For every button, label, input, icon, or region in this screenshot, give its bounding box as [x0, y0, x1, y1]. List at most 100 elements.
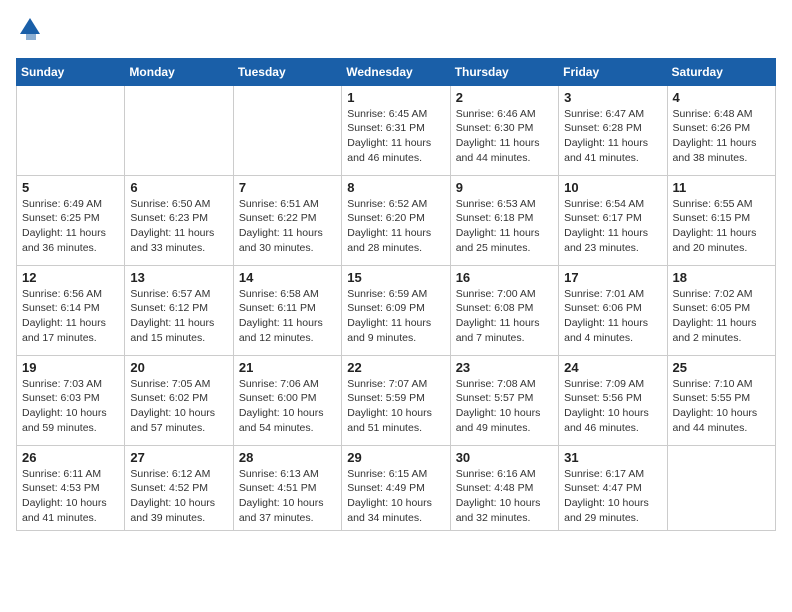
calendar-cell: 31Sunrise: 6:17 AM Sunset: 4:47 PM Dayli…	[559, 445, 667, 530]
day-number: 9	[456, 180, 553, 195]
calendar-cell: 4Sunrise: 6:48 AM Sunset: 6:26 PM Daylig…	[667, 85, 775, 175]
day-number: 2	[456, 90, 553, 105]
day-number: 31	[564, 450, 661, 465]
weekday-thursday: Thursday	[450, 58, 558, 85]
day-number: 3	[564, 90, 661, 105]
day-number: 12	[22, 270, 119, 285]
day-number: 5	[22, 180, 119, 195]
logo-text	[16, 16, 42, 46]
logo-icon	[18, 16, 42, 40]
calendar-week-2: 5Sunrise: 6:49 AM Sunset: 6:25 PM Daylig…	[17, 175, 776, 265]
day-number: 10	[564, 180, 661, 195]
calendar-cell: 6Sunrise: 6:50 AM Sunset: 6:23 PM Daylig…	[125, 175, 233, 265]
day-number: 20	[130, 360, 227, 375]
logo	[16, 16, 42, 46]
day-info: Sunrise: 6:45 AM Sunset: 6:31 PM Dayligh…	[347, 107, 444, 166]
day-number: 18	[673, 270, 770, 285]
day-info: Sunrise: 6:47 AM Sunset: 6:28 PM Dayligh…	[564, 107, 661, 166]
calendar-cell: 21 Sunrise: 7:06 AM Sunset: 6:00 PM Dayli…	[233, 355, 341, 445]
day-info: Sunrise: 6:58 AM Sunset: 6:11 PM Dayligh…	[239, 287, 336, 346]
day-info: Sunrise: 6:46 AM Sunset: 6:30 PM Dayligh…	[456, 107, 553, 166]
calendar-cell: 2 Sunrise: 6:46 AM Sunset: 6:30 PM Daylig…	[450, 85, 558, 175]
calendar-cell: 30 Sunrise: 6:16 AM Sunset: 4:48 PM Dayli…	[450, 445, 558, 530]
day-info: Sunrise: 6:48 AM Sunset: 6:26 PM Dayligh…	[673, 107, 770, 166]
day-info: Sunrise: 7:06 AM Sunset: 6:00 PM Dayligh…	[239, 377, 336, 436]
calendar-week-4: 19 Sunrise: 7:03 AM Sunset: 6:03 PM Dayli…	[17, 355, 776, 445]
calendar-cell: 28 Sunrise: 6:13 AM Sunset: 4:51 PM Dayli…	[233, 445, 341, 530]
day-info: Sunrise: 6:16 AM Sunset: 4:48 PM Dayligh…	[456, 467, 553, 526]
day-number: 24	[564, 360, 661, 375]
calendar-cell: 26 Sunrise: 6:11 AM Sunset: 4:53 PM Dayli…	[17, 445, 125, 530]
calendar-cell: 22 Sunrise: 7:07 AM Sunset: 5:59 PM Dayli…	[342, 355, 450, 445]
day-info: Sunrise: 7:02 AM Sunset: 6:05 PM Dayligh…	[673, 287, 770, 346]
day-number: 30	[456, 450, 553, 465]
calendar-cell: 17 Sunrise: 7:01 AM Sunset: 6:06 PM Dayli…	[559, 265, 667, 355]
calendar-cell: 10Sunrise: 6:54 AM Sunset: 6:17 PM Dayli…	[559, 175, 667, 265]
calendar-cell: 3 Sunrise: 6:47 AM Sunset: 6:28 PM Daylig…	[559, 85, 667, 175]
day-number: 19	[22, 360, 119, 375]
day-info: Sunrise: 6:12 AM Sunset: 4:52 PM Dayligh…	[130, 467, 227, 526]
day-number: 25	[673, 360, 770, 375]
day-info: Sunrise: 7:00 AM Sunset: 6:08 PM Dayligh…	[456, 287, 553, 346]
day-number: 11	[673, 180, 770, 195]
calendar-cell: 18 Sunrise: 7:02 AM Sunset: 6:05 PM Dayli…	[667, 265, 775, 355]
calendar-cell	[17, 85, 125, 175]
calendar-table: SundayMondayTuesdayWednesdayThursdayFrid…	[16, 58, 776, 531]
calendar-cell: 15 Sunrise: 6:59 AM Sunset: 6:09 PM Dayli…	[342, 265, 450, 355]
day-number: 26	[22, 450, 119, 465]
day-number: 23	[456, 360, 553, 375]
day-number: 27	[130, 450, 227, 465]
day-info: Sunrise: 6:53 AM Sunset: 6:18 PM Dayligh…	[456, 197, 553, 256]
day-info: Sunrise: 6:50 AM Sunset: 6:23 PM Dayligh…	[130, 197, 227, 256]
day-info: Sunrise: 7:09 AM Sunset: 5:56 PM Dayligh…	[564, 377, 661, 436]
calendar-cell: 23 Sunrise: 7:08 AM Sunset: 5:57 PM Dayli…	[450, 355, 558, 445]
day-number: 13	[130, 270, 227, 285]
day-info: Sunrise: 6:59 AM Sunset: 6:09 PM Dayligh…	[347, 287, 444, 346]
calendar-cell: 9 Sunrise: 6:53 AM Sunset: 6:18 PM Daylig…	[450, 175, 558, 265]
day-number: 29	[347, 450, 444, 465]
day-number: 16	[456, 270, 553, 285]
calendar-cell: 25 Sunrise: 7:10 AM Sunset: 5:55 PM Dayli…	[667, 355, 775, 445]
calendar-cell: 12 Sunrise: 6:56 AM Sunset: 6:14 PM Dayli…	[17, 265, 125, 355]
day-number: 21	[239, 360, 336, 375]
weekday-sunday: Sunday	[17, 58, 125, 85]
day-info: Sunrise: 6:55 AM Sunset: 6:15 PM Dayligh…	[673, 197, 770, 256]
calendar-cell: 29 Sunrise: 6:15 AM Sunset: 4:49 PM Dayli…	[342, 445, 450, 530]
day-info: Sunrise: 6:56 AM Sunset: 6:14 PM Dayligh…	[22, 287, 119, 346]
day-info: Sunrise: 7:03 AM Sunset: 6:03 PM Dayligh…	[22, 377, 119, 436]
calendar-cell: 16 Sunrise: 7:00 AM Sunset: 6:08 PM Dayli…	[450, 265, 558, 355]
day-info: Sunrise: 7:07 AM Sunset: 5:59 PM Dayligh…	[347, 377, 444, 436]
day-info: Sunrise: 7:10 AM Sunset: 5:55 PM Dayligh…	[673, 377, 770, 436]
calendar-cell: 20 Sunrise: 7:05 AM Sunset: 6:02 PM Dayli…	[125, 355, 233, 445]
day-info: Sunrise: 6:57 AM Sunset: 6:12 PM Dayligh…	[130, 287, 227, 346]
day-number: 28	[239, 450, 336, 465]
weekday-saturday: Saturday	[667, 58, 775, 85]
day-number: 14	[239, 270, 336, 285]
day-info: Sunrise: 7:08 AM Sunset: 5:57 PM Dayligh…	[456, 377, 553, 436]
day-info: Sunrise: 6:51 AM Sunset: 6:22 PM Dayligh…	[239, 197, 336, 256]
day-info: Sunrise: 6:11 AM Sunset: 4:53 PM Dayligh…	[22, 467, 119, 526]
page-header	[16, 16, 776, 46]
calendar-body: 1Sunrise: 6:45 AM Sunset: 6:31 PM Daylig…	[17, 85, 776, 530]
day-info: Sunrise: 6:52 AM Sunset: 6:20 PM Dayligh…	[347, 197, 444, 256]
day-number: 8	[347, 180, 444, 195]
calendar-cell: 5Sunrise: 6:49 AM Sunset: 6:25 PM Daylig…	[17, 175, 125, 265]
weekday-monday: Monday	[125, 58, 233, 85]
calendar-cell	[667, 445, 775, 530]
day-number: 22	[347, 360, 444, 375]
day-info: Sunrise: 6:13 AM Sunset: 4:51 PM Dayligh…	[239, 467, 336, 526]
calendar-cell: 13 Sunrise: 6:57 AM Sunset: 6:12 PM Dayli…	[125, 265, 233, 355]
calendar-cell	[125, 85, 233, 175]
calendar-cell: 11 Sunrise: 6:55 AM Sunset: 6:15 PM Dayli…	[667, 175, 775, 265]
weekday-wednesday: Wednesday	[342, 58, 450, 85]
calendar-cell: 27 Sunrise: 6:12 AM Sunset: 4:52 PM Dayli…	[125, 445, 233, 530]
day-number: 15	[347, 270, 444, 285]
day-number: 17	[564, 270, 661, 285]
day-info: Sunrise: 7:01 AM Sunset: 6:06 PM Dayligh…	[564, 287, 661, 346]
calendar-cell: 1Sunrise: 6:45 AM Sunset: 6:31 PM Daylig…	[342, 85, 450, 175]
calendar-cell	[233, 85, 341, 175]
day-info: Sunrise: 7:05 AM Sunset: 6:02 PM Dayligh…	[130, 377, 227, 436]
day-info: Sunrise: 6:15 AM Sunset: 4:49 PM Dayligh…	[347, 467, 444, 526]
calendar-week-1: 1Sunrise: 6:45 AM Sunset: 6:31 PM Daylig…	[17, 85, 776, 175]
day-number: 7	[239, 180, 336, 195]
